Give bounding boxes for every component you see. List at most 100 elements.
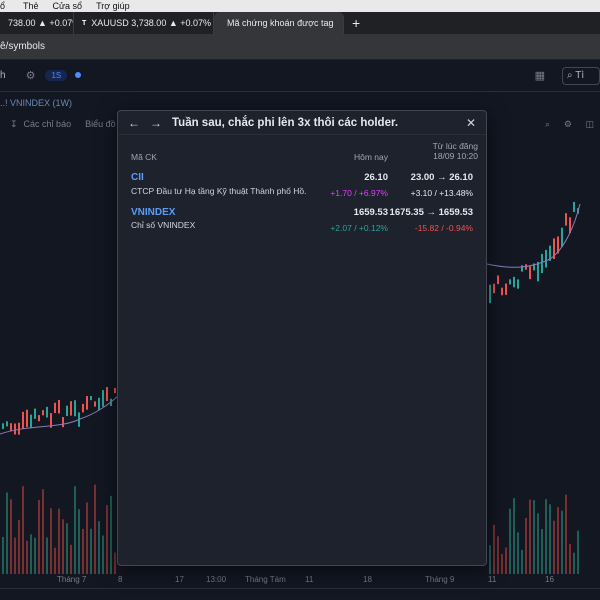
search-text: Tì: [575, 70, 585, 81]
volume-bar: [98, 521, 100, 574]
candle: [58, 399, 60, 414]
candle: [2, 423, 4, 429]
candle: [74, 400, 76, 417]
volume-bar: [493, 524, 495, 574]
candle: [62, 417, 64, 428]
menu-item[interactable]: Thẻ: [23, 1, 39, 11]
volume-bar: [525, 517, 527, 574]
volume-bar: [114, 552, 116, 574]
candle: [114, 387, 116, 394]
candle: [493, 283, 495, 294]
forward-arrow-icon[interactable]: →: [150, 116, 162, 130]
volume-bar: [110, 495, 112, 574]
menu-item[interactable]: Trợ giúp: [96, 1, 130, 11]
axis-label: 11: [488, 575, 497, 584]
volume-bar: [565, 494, 567, 574]
change-since: +3.10 / +13.48%: [410, 188, 473, 198]
settings-icon[interactable]: ⚙: [564, 119, 572, 130]
volume-bar: [489, 545, 491, 574]
modal-title: Tuần sau, chắc phi lên 3x thôi các holde…: [172, 116, 399, 129]
candle: [565, 213, 567, 226]
chart-title: ..! VNINDEX (1W): [0, 98, 73, 108]
candle: [66, 405, 68, 417]
layout-grid-icon[interactable]: ▦: [535, 69, 545, 82]
volume-bar: [577, 530, 579, 574]
menu-item[interactable]: Cửa sổ: [53, 1, 83, 11]
volume-bar: [569, 543, 571, 574]
volume-bar: [74, 486, 76, 574]
volume-bar: [541, 529, 543, 574]
volume-bar: [106, 505, 108, 574]
browser-tab[interactable]: T XAUUSD 3,738.00 ▲ +0.07% ✕: [74, 12, 214, 34]
candle: [529, 265, 531, 280]
index-name: Chỉ số VNINDEX: [131, 220, 196, 230]
candle: [82, 403, 84, 413]
candle: [521, 265, 523, 272]
volume-bar: [537, 513, 539, 574]
chart-top-toolbar: h ⚙ 1S ▦ ⌕ Tì: [0, 60, 600, 92]
volume-bar: [62, 519, 64, 574]
candle: [106, 387, 108, 401]
indicators-button[interactable]: Các chỉ báo: [24, 119, 72, 129]
address-bar[interactable]: ê/symbols: [0, 34, 600, 60]
volume-bar: [14, 537, 16, 574]
volume-bar: [94, 484, 96, 574]
volume-bar: [26, 540, 28, 574]
browser-tabbar: 738.00 ▲ +0.07% ✕ T XAUUSD 3,738.00 ▲ +0…: [0, 12, 600, 34]
volume-bar: [553, 520, 555, 574]
price-since: 23.00 → 26.10: [410, 172, 473, 183]
axis-label: 17: [175, 575, 184, 584]
volume-bar: [78, 509, 80, 574]
volume-bar: [517, 532, 519, 574]
tradingview-favicon-icon: T: [82, 19, 87, 27]
volume-bar: [2, 536, 4, 574]
axis-label: 18: [363, 575, 372, 584]
volume-bar: [90, 528, 92, 574]
candle: [497, 275, 499, 285]
axis-label: 16: [545, 575, 554, 584]
camera-icon[interactable]: ◫: [585, 119, 594, 130]
search-input[interactable]: ⌕ Tì: [562, 67, 600, 85]
interval-pill[interactable]: 1S: [45, 70, 68, 81]
zoom-icon[interactable]: ⌕: [545, 119, 550, 130]
url-text: ê/symbols: [0, 41, 46, 52]
indicators-icon[interactable]: ↧: [10, 119, 18, 130]
time-axis: Tháng 7 8 17 13:00 Tháng Tám 11 18 Tháng…: [0, 574, 600, 588]
symbol-link-vnindex[interactable]: VNINDEX: [131, 207, 175, 218]
axis-label: 8: [118, 575, 123, 584]
volume-bar: [38, 499, 40, 574]
candle: [505, 283, 507, 295]
symbol-link-cii[interactable]: CII: [131, 172, 144, 183]
browser-tab[interactable]: 738.00 ▲ +0.07% ✕: [0, 12, 74, 34]
volume-bar: [22, 486, 24, 574]
volume-bar: [545, 499, 547, 574]
gear-icon[interactable]: ⚙: [26, 69, 36, 82]
col-header-symbol: Mã CK: [131, 152, 157, 162]
volume-bar: [66, 523, 68, 574]
candle: [70, 401, 72, 416]
candle: [573, 201, 575, 212]
volume-bar: [10, 499, 12, 574]
toggle-dot-icon: [75, 72, 81, 78]
volume-bar: [102, 535, 104, 574]
volume-bar: [509, 508, 511, 574]
volume-bar: [30, 534, 32, 574]
back-arrow-icon[interactable]: ←: [128, 116, 140, 130]
volume-bar: [497, 536, 499, 574]
browser-tab-active[interactable]: Mã chứng khoán được tag ✕: [214, 12, 344, 34]
candle: [18, 422, 20, 435]
candle: [94, 401, 96, 407]
change-since: -15.82 / -0.94%: [414, 223, 473, 233]
since-label: Từ lúc đăng: [432, 141, 478, 151]
menu-item[interactable]: ổ: [0, 1, 5, 11]
candle: [561, 227, 563, 247]
chart-button[interactable]: Biểu đồ: [85, 119, 116, 129]
volume-bar: [549, 504, 551, 574]
close-icon[interactable]: ✕: [466, 116, 476, 130]
candle: [545, 249, 547, 268]
candle: [102, 390, 104, 407]
volume-bar: [6, 492, 8, 574]
new-tab-icon[interactable]: +: [344, 12, 368, 34]
search-icon: ⌕: [567, 70, 573, 81]
candle: [30, 414, 32, 429]
